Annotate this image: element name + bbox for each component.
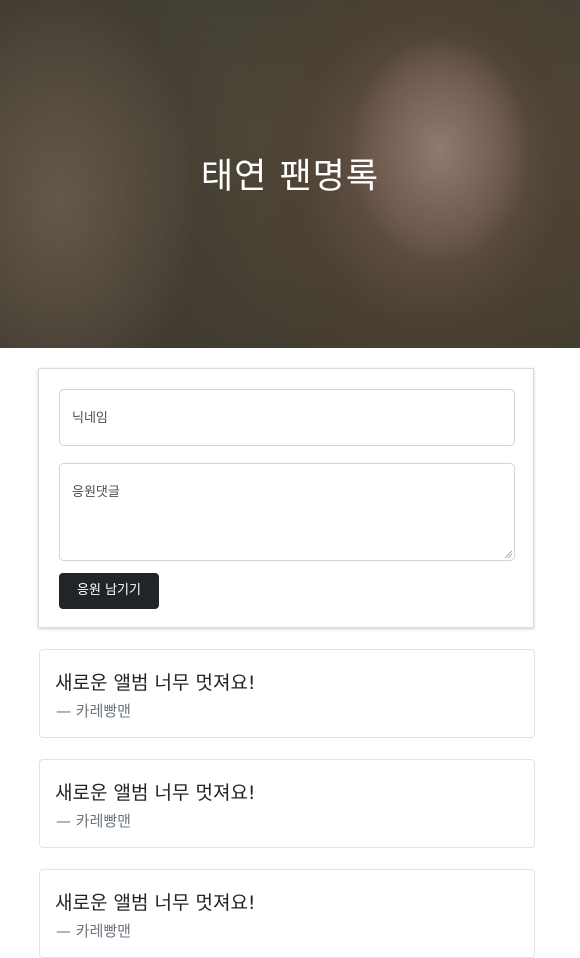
nickname-input[interactable]: 닉네임 bbox=[59, 389, 515, 446]
comment-text: 새로운 앨범 너무 멋져요! bbox=[55, 892, 256, 914]
comment-text: 새로운 앨범 너무 멋져요! bbox=[55, 672, 256, 694]
comment-card: 새로운 앨범 너무 멋져요! — 카레빵맨 bbox=[39, 649, 535, 738]
comment-card: 새로운 앨범 너무 멋져요! — 카레빵맨 bbox=[39, 759, 535, 848]
hero-banner: 태연 팬명록 bbox=[0, 0, 580, 348]
comment-textarea[interactable]: 응원댓글 bbox=[59, 463, 515, 561]
submit-cheer-button[interactable]: 응원 남기기 bbox=[59, 573, 159, 609]
comment-card: 새로운 앨범 너무 멋져요! — 카레빵맨 bbox=[39, 869, 535, 958]
comment-author: — 카레빵맨 bbox=[56, 702, 131, 720]
nickname-placeholder: 닉네임 bbox=[72, 411, 108, 426]
guestbook-form: 닉네임 응원댓글 응원 남기기 bbox=[38, 368, 534, 628]
comment-placeholder: 응원댓글 bbox=[72, 485, 120, 500]
page-title: 태연 팬명록 bbox=[200, 157, 380, 197]
resize-handle-icon[interactable] bbox=[504, 550, 512, 558]
comment-text: 새로운 앨범 너무 멋져요! bbox=[55, 782, 256, 804]
comment-author: — 카레빵맨 bbox=[56, 812, 131, 830]
